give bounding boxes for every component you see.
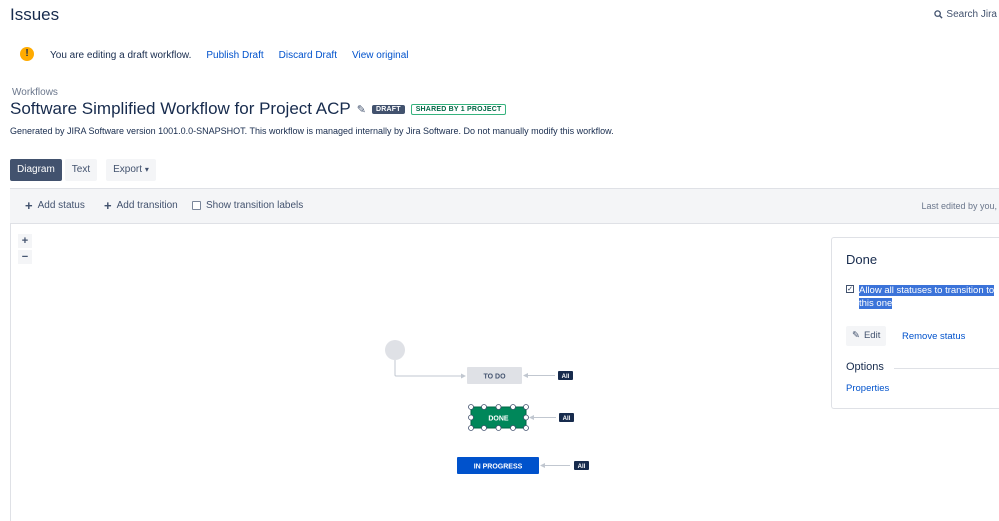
plus-icon: + [25,197,33,213]
page-title: Issues [10,5,60,24]
status-todo[interactable]: TO DO [467,367,522,384]
breadcrumb[interactable]: Workflows [12,87,58,98]
add-transition-button[interactable]: + Add transition [104,197,178,213]
add-status-label: Add status [37,200,85,211]
allow-all-checkbox[interactable]: ✓ [846,285,854,293]
options-divider [894,368,999,369]
initial-transition[interactable] [394,360,463,377]
panel-title: Done [846,252,878,267]
properties-link[interactable]: Properties [846,383,889,394]
view-original-link[interactable]: View original [352,50,409,61]
tab-diagram[interactable]: Diagram [10,159,62,181]
add-transition-label: Add transition [116,200,178,211]
chevron-down-icon: ▾ [144,165,149,174]
status-properties-panel: Done ✓ Allow all statuses to transition … [831,237,999,409]
status-label-in-progress: IN PROGRESS [474,464,523,471]
workflow-title-row: Software Simplified Workflow for Project… [10,99,507,119]
status-in-progress[interactable]: IN PROGRESS [457,457,539,474]
status-label-done: DONE [488,416,509,423]
view-tabs: Diagram Text Export ▾ [10,159,156,181]
warning-icon: ! [20,47,34,61]
pencil-icon: ✎ [852,330,860,341]
zoom-in-button[interactable]: + [18,234,32,248]
all-label: All [578,464,586,470]
export-label: Export [113,164,143,175]
search-link[interactable]: Search Jira [934,9,997,20]
all-badge-done[interactable]: All [559,413,574,422]
show-labels-checkbox[interactable] [192,201,201,210]
allow-all-label: Allow all statuses to transition to this… [859,284,999,310]
pencil-icon[interactable]: ✎ [357,103,366,116]
tab-text[interactable]: Text [64,159,98,181]
initial-node[interactable] [385,340,405,360]
workflow-description: Generated by JIRA Software version 1001.… [10,126,614,136]
plus-icon: + [104,197,112,213]
show-labels-toggle[interactable]: Show transition labels [192,200,303,211]
draft-badge: DRAFT [371,104,405,114]
arrow-head [523,373,528,378]
all-label: All [563,416,571,422]
status-label-todo: TO DO [483,374,506,381]
arrow-head [529,415,534,420]
discard-draft-link[interactable]: Discard Draft [279,50,337,61]
status-done[interactable]: DONE [470,406,527,429]
options-heading: Options [846,361,884,373]
all-badge-todo[interactable]: All [558,371,573,380]
show-labels-label: Show transition labels [206,200,304,211]
edit-label: Edit [863,330,881,341]
workflow-title: Software Simplified Workflow for Project… [10,99,351,118]
arrow-head [461,373,466,379]
all-label: All [562,374,570,380]
search-label: Search Jira [946,9,997,20]
shared-badge[interactable]: SHARED BY 1 PROJECT [410,103,507,115]
draft-banner: You are editing a draft workflow. Publis… [50,50,409,61]
all-badge-in-progress[interactable]: All [574,461,589,470]
publish-draft-link[interactable]: Publish Draft [206,50,263,61]
last-edited-text: Last edited by you, [921,201,997,211]
draft-message: You are editing a draft workflow. [50,50,192,61]
arrow-head [540,463,545,468]
diagram-toolbar: + Add status + Add transition Show trans… [10,188,999,224]
allow-all-label-text: Allow all statuses to transition to this… [859,285,995,309]
zoom-out-button[interactable]: − [18,250,32,264]
workflow-diagram: TO DO All DONE All IN PROGRESS All [385,340,589,474]
edit-status-button[interactable]: ✎ Edit [846,326,887,346]
export-dropdown[interactable]: Export ▾ [106,159,156,181]
remove-status-link[interactable]: Remove status [902,331,965,342]
search-icon [934,10,944,19]
add-status-button[interactable]: + Add status [25,197,85,213]
